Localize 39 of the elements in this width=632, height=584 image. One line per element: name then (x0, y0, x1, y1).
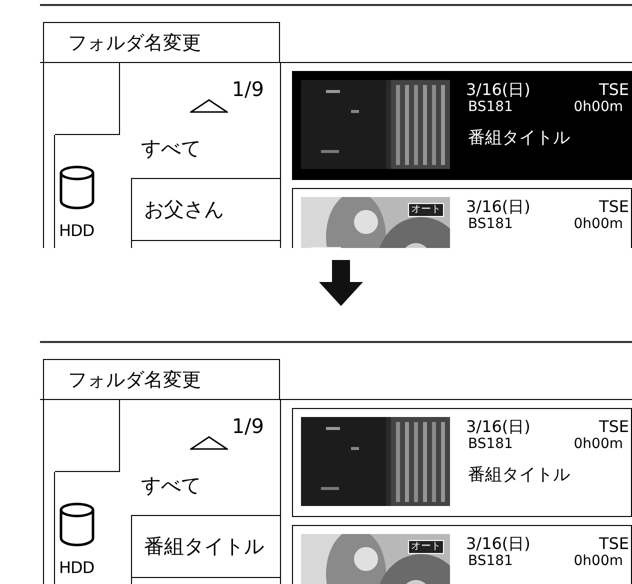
auto-badge: オート (408, 203, 444, 217)
channel-number: BS181 (468, 216, 513, 233)
recording-card[interactable]: オート 3/16(日) TSE BS181 0h00m (292, 525, 632, 584)
drive-label: HDD (59, 221, 94, 240)
channel-number: BS181 (468, 553, 513, 570)
duration: 0h00m (574, 553, 623, 570)
record-date: 3/16(日) (466, 417, 530, 436)
menu-title: フォルダ名変更 (43, 22, 280, 62)
record-date: 3/16(日) (466, 80, 530, 99)
duration: 0h00m (574, 216, 623, 233)
folder-label[interactable]: すべて (141, 136, 201, 160)
disk-drive-icon (59, 165, 95, 211)
auto-badge: オート (408, 540, 444, 554)
down-arrow (319, 260, 363, 306)
menu-title: フォルダ名変更 (43, 359, 280, 399)
disk-drive-icon (59, 502, 95, 548)
recording-card[interactable]: 3/16(日) TSE BS181 0h00m 番組タイトル (292, 408, 632, 517)
channel-code: TSE (598, 197, 629, 216)
recording-card[interactable]: オート 3/16(日) TSE BS181 0h00m (292, 188, 632, 248)
folder-tab[interactable]: 番組タイトル (131, 516, 280, 578)
program-title: 番組タイトル (467, 127, 571, 149)
channel-code: TSE (598, 417, 629, 436)
duration: 0h00m (574, 99, 623, 116)
channel-number: BS181 (468, 436, 513, 453)
up-triangle-icon[interactable] (190, 99, 228, 113)
channel-number: BS181 (468, 99, 513, 116)
folder-tab[interactable]: お父さん (131, 179, 280, 241)
record-date: 3/16(日) (466, 197, 530, 216)
up-triangle-icon[interactable] (190, 436, 228, 450)
channel-code: TSE (598, 534, 629, 553)
program-title: 番組タイトル (467, 464, 571, 486)
drive-label: HDD (59, 558, 94, 577)
recording-card[interactable]: 3/16(日) TSE BS181 0h00m 番組タイトル (292, 71, 632, 180)
folder-label[interactable]: すべて (141, 473, 201, 497)
channel-code: TSE (598, 80, 629, 99)
page-counter: 1/9 (232, 414, 264, 438)
duration: 0h00m (574, 436, 623, 453)
record-date: 3/16(日) (466, 534, 530, 553)
page-counter: 1/9 (232, 77, 264, 101)
